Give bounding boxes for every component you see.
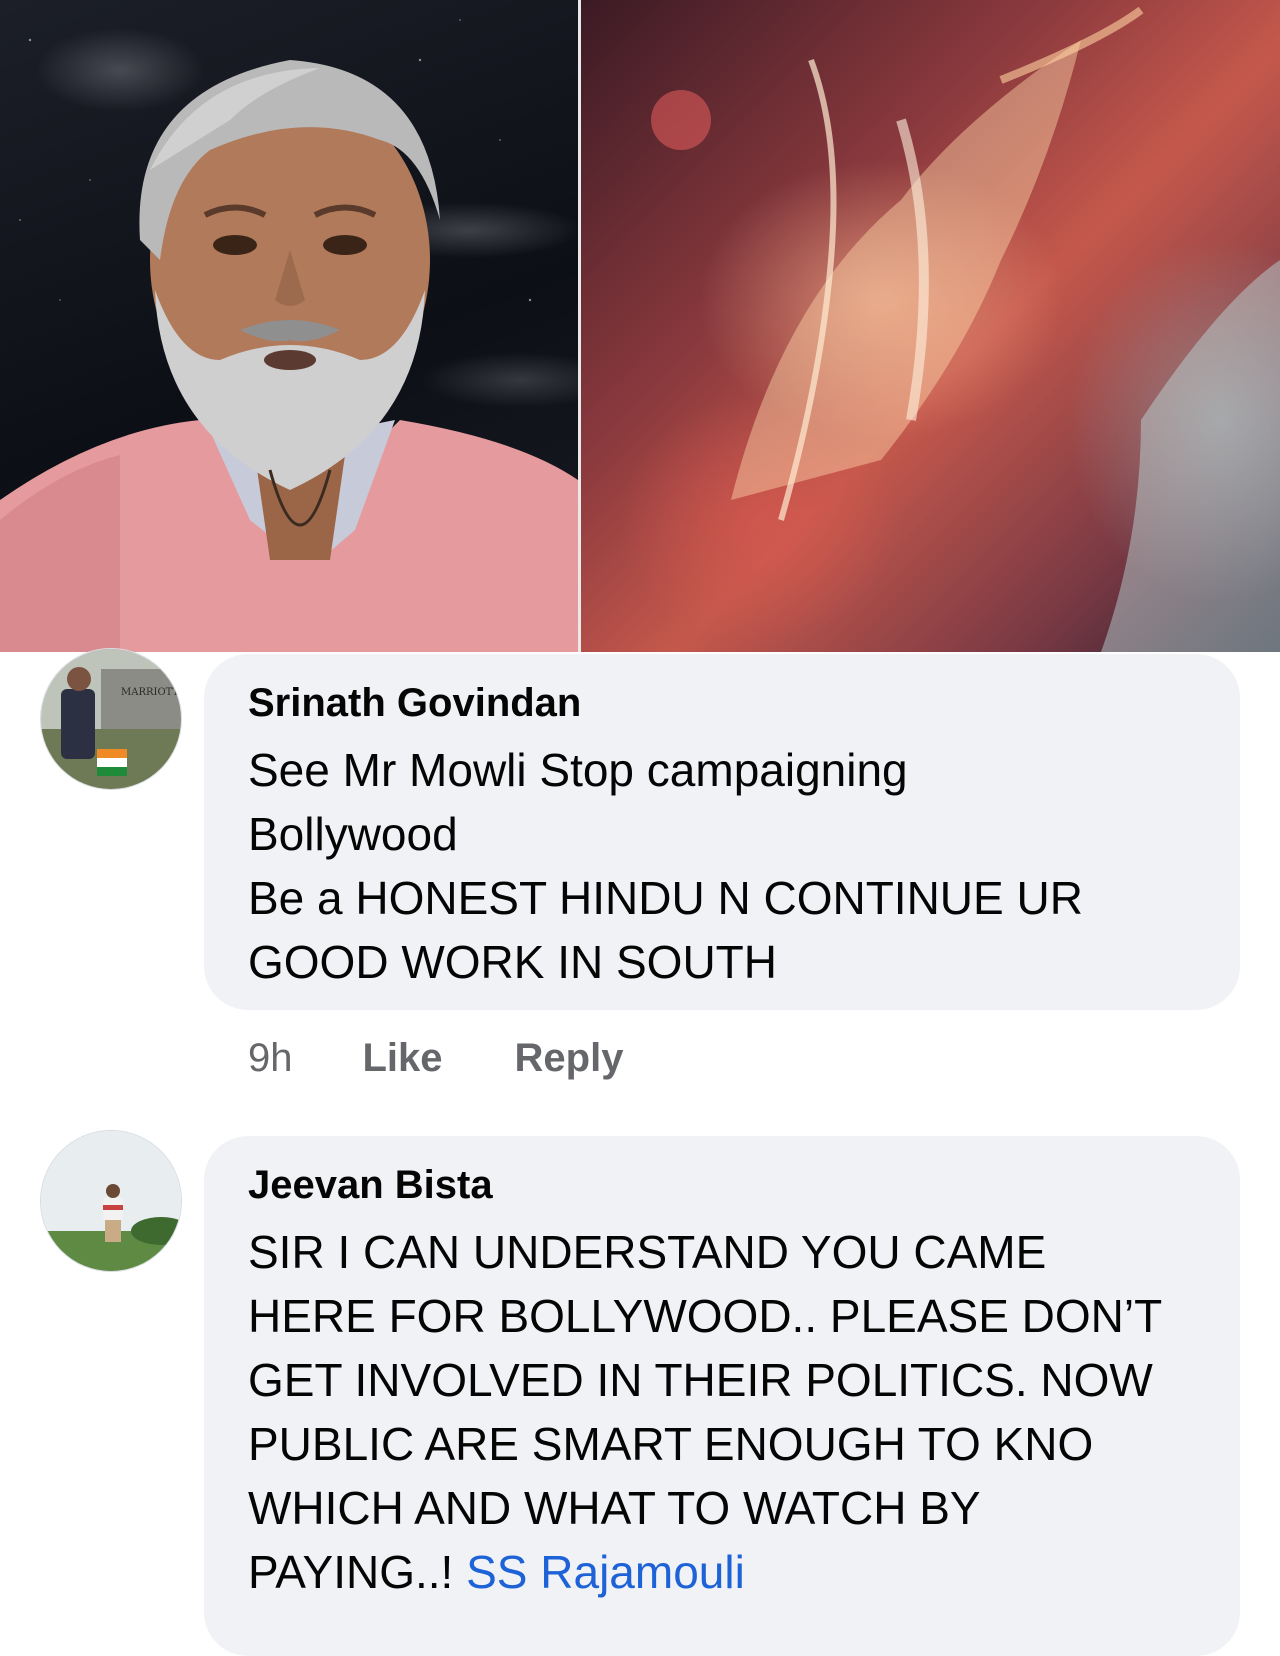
avatar[interactable]: MARRIOTT [40,648,182,790]
comment-bubble: Srinath Govindan See Mr Mowli Stop campa… [204,654,1240,1010]
post-image[interactable] [0,0,1280,652]
comment-bubble: Jeevan Bista SIR I CAN UNDERSTAND YOU CA… [204,1136,1240,1656]
comment-text: See Mr Mowli Stop campaigning Bollywood … [248,744,1083,988]
avatar[interactable] [40,1130,182,1272]
mention-link[interactable]: SS Rajamouli [466,1546,745,1598]
reply-button[interactable]: Reply [515,1036,624,1081]
comment-timestamp[interactable]: 9h [248,1036,293,1081]
avatar-sign-text: MARRIOTT [121,687,180,698]
portrait-photo [0,0,578,652]
like-button[interactable]: Like [363,1036,443,1081]
comment-author[interactable]: Jeevan Bista [248,1158,1196,1212]
comment-body: SIR I CAN UNDERSTAND YOU CAME HERE FOR B… [248,1226,1163,1598]
comment-actions: 9h Like Reply [248,1036,695,1081]
comment-text: SIR I CAN UNDERSTAND YOU CAME HERE FOR B… [248,1220,1196,1604]
comment-author[interactable]: Srinath Govindan [248,676,1196,730]
artwork-image [581,0,1280,652]
